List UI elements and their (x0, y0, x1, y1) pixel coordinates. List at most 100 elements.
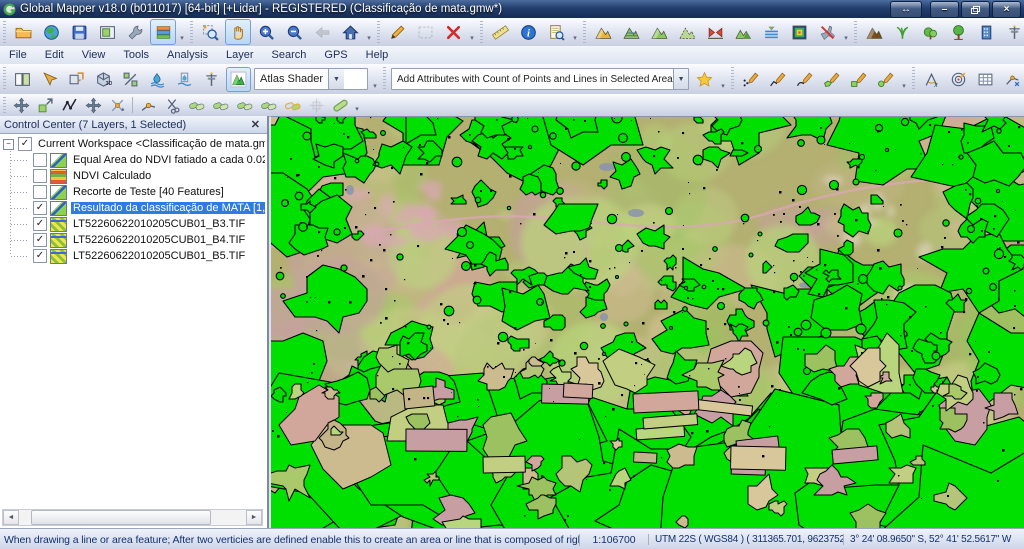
menu-gps[interactable]: GPS (315, 46, 356, 64)
create-circle-icon[interactable] (873, 67, 898, 92)
layer-visibility-checkbox[interactable]: ✓ (33, 217, 47, 231)
delete-selected-icon[interactable] (440, 19, 466, 45)
toolbar-overflow-icon[interactable]: ▾ (370, 69, 380, 90)
zoom-tool-icon[interactable] (197, 19, 223, 45)
lidar-ground-icon[interactable] (861, 19, 887, 45)
full-view-icon[interactable] (337, 19, 363, 45)
lidar-powerline-icon[interactable] (1001, 19, 1024, 45)
move-feature-icon[interactable] (10, 94, 32, 116)
create-grid-icon[interactable] (973, 67, 998, 92)
layer-visibility-checkbox[interactable]: ✓ (33, 233, 47, 247)
3d-view-icon[interactable]: 3D (91, 67, 116, 92)
lidar-low-vegetation-icon[interactable] (889, 19, 915, 45)
toolbar-overflow-icon[interactable]: ▾ (352, 97, 362, 112)
create-range-rings-icon[interactable] (946, 67, 971, 92)
menu-help[interactable]: Help (357, 46, 398, 64)
layer-visibility-checkbox[interactable]: ✓ (18, 137, 32, 151)
layer-label[interactable]: Recorte de Teste [40 Features] (71, 186, 226, 198)
create-point-icon[interactable] (738, 67, 763, 92)
panel-close-icon[interactable]: ✕ (248, 118, 263, 131)
lidar-high-vegetation-icon[interactable] (945, 19, 971, 45)
split-view-icon[interactable] (10, 67, 35, 92)
restore-button[interactable] (961, 1, 990, 18)
scrollbar-thumb[interactable] (31, 510, 211, 525)
pan-tool-icon[interactable] (225, 19, 251, 45)
no-fly-zone-icon[interactable] (814, 19, 840, 45)
edit-vertices-icon[interactable] (58, 94, 80, 116)
panel-horizontal-scrollbar[interactable]: ◄ ► (2, 509, 263, 526)
layer-visibility-checkbox[interactable] (33, 185, 47, 199)
create-line-icon[interactable] (765, 67, 790, 92)
toolbar-overflow-icon[interactable]: ▾ (467, 22, 477, 42)
elevation-shader-icon[interactable] (590, 19, 616, 45)
menu-view[interactable]: View (73, 46, 115, 64)
path-profile-icon[interactable] (118, 67, 143, 92)
offset-feature-icon[interactable] (233, 94, 255, 116)
control-center-icon[interactable] (150, 19, 176, 45)
search-vector-data-icon[interactable] (543, 19, 569, 45)
digitizer-action-combo[interactable]: Add Attributes with Count of Points and … (391, 68, 689, 90)
layer-visibility-checkbox[interactable] (33, 153, 47, 167)
favorites-star-icon[interactable] (692, 67, 717, 92)
raise-elevation-icon[interactable] (646, 19, 672, 45)
watershed-icon[interactable] (702, 19, 728, 45)
create-angle-feature-icon[interactable]: x (919, 67, 944, 92)
copy-feature-icon[interactable] (209, 94, 231, 116)
layer-label[interactable]: Equal Area do NDVI fatiado a cada 0.02 e… (71, 154, 265, 166)
right-angle-mode-icon[interactable] (305, 94, 327, 116)
shader-combo[interactable]: Atlas Shader▼ (254, 68, 368, 90)
view-shed-tower-icon[interactable] (199, 67, 224, 92)
feature-info-icon[interactable]: i (515, 19, 541, 45)
scroll-right-arrow-icon[interactable]: ► (246, 510, 262, 525)
map-view[interactable] (271, 116, 1024, 528)
map-layout-icon[interactable] (94, 19, 120, 45)
digitizer-tool-icon[interactable] (384, 19, 410, 45)
close-button[interactable]: × (992, 1, 1021, 18)
toolbar-overflow-icon[interactable]: ▾ (364, 22, 374, 42)
measure-tool-icon[interactable] (487, 19, 513, 45)
layer-visibility-checkbox[interactable] (33, 169, 47, 183)
layer-visibility-checkbox[interactable]: ✓ (33, 201, 47, 215)
save-workspace-icon[interactable] (66, 19, 92, 45)
toolbar-overflow-icon[interactable]: ▾ (177, 22, 187, 42)
water-level-icon[interactable] (172, 67, 197, 92)
atlas-shader-icon[interactable] (226, 67, 251, 92)
create-curve-icon[interactable] (792, 67, 817, 92)
zoom-previous-icon[interactable] (309, 19, 335, 45)
zoom-in-icon[interactable] (253, 19, 279, 45)
mirror-feature-icon[interactable] (257, 94, 279, 116)
3d-cursor-icon[interactable] (37, 67, 62, 92)
resize-feature-icon[interactable] (34, 94, 56, 116)
menu-tools[interactable]: Tools (114, 46, 158, 64)
water-level-rise-icon[interactable] (758, 19, 784, 45)
toolbar-overflow-icon[interactable]: ▾ (718, 69, 728, 90)
layer-label[interactable]: LT52260622010205CUB01_B4.TIF (71, 234, 247, 246)
view-shed-icon[interactable] (730, 19, 756, 45)
lidar-building-icon[interactable] (973, 19, 999, 45)
rotate-copy-icon[interactable] (185, 94, 207, 116)
create-rect-icon[interactable] (846, 67, 871, 92)
contour-mountain-icon[interactable] (674, 19, 700, 45)
cut-feature-icon[interactable] (161, 94, 183, 116)
combine-areas-icon[interactable] (281, 94, 303, 116)
toolbar-overflow-icon[interactable]: ▾ (841, 22, 851, 42)
flood-buildings-icon[interactable] (145, 67, 170, 92)
toolbar-overflow-icon[interactable]: ▾ (899, 69, 909, 90)
layer-label[interactable]: Resultado da classificação de MATA [1,97… (71, 202, 265, 214)
menu-file[interactable]: File (0, 46, 36, 64)
rotate-feature-icon[interactable] (106, 94, 128, 116)
menu-layer[interactable]: Layer (217, 46, 263, 64)
layer-label[interactable]: Current Workspace <Classificação de mata… (36, 138, 265, 150)
scroll-left-arrow-icon[interactable]: ◄ (3, 510, 19, 525)
menu-analysis[interactable]: Analysis (158, 46, 217, 64)
tree-collapse-icon[interactable]: − (3, 139, 14, 150)
layer-label[interactable]: LT52260622010205CUB01_B3.TIF (71, 218, 247, 230)
chevron-down-icon[interactable]: ▼ (673, 69, 688, 89)
snap-vertex-icon[interactable] (137, 94, 159, 116)
toggle-size-button[interactable]: ↔ (890, 1, 922, 18)
layer-label[interactable]: LT52260622010205CUB01_B5.TIF (71, 250, 247, 262)
layer-visibility-checkbox[interactable]: ✓ (33, 249, 47, 263)
minimize-button[interactable]: – (930, 1, 959, 18)
elevation-layers-icon[interactable] (618, 19, 644, 45)
eraser-tool-icon[interactable] (329, 94, 351, 116)
